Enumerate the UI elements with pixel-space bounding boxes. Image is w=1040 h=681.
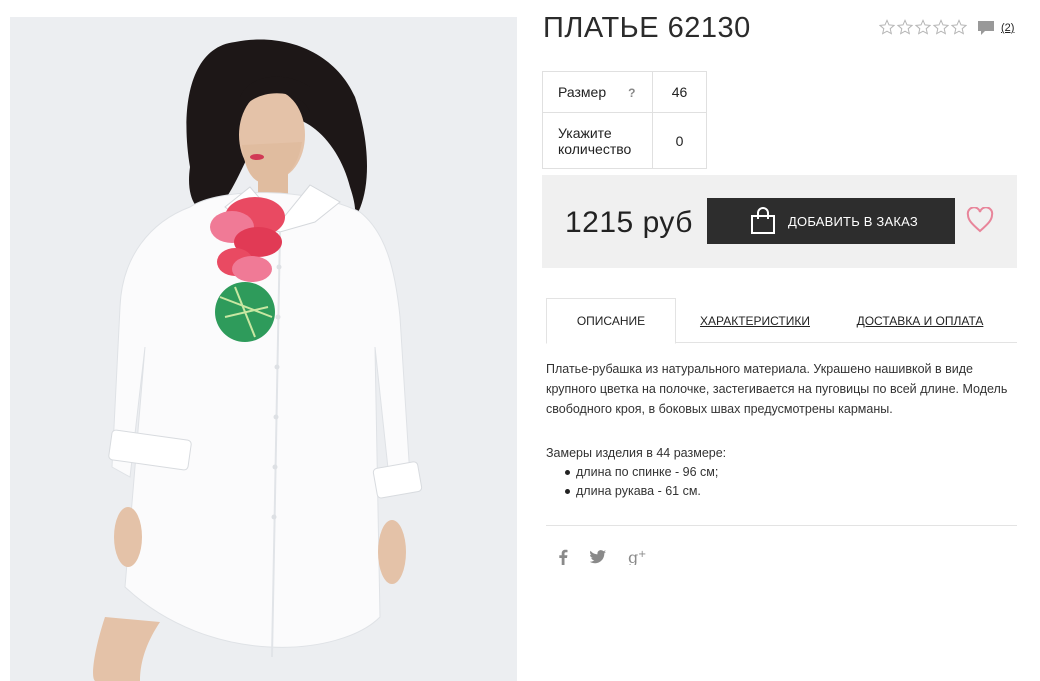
star-icon[interactable] xyxy=(915,19,931,35)
comments-link[interactable]: (2) xyxy=(977,20,1014,36)
comment-icon xyxy=(978,21,994,35)
star-icon[interactable] xyxy=(879,19,895,35)
size-label: Размер xyxy=(558,84,607,100)
rating-stars[interactable] xyxy=(879,19,967,35)
tab-delivery-payment[interactable]: ДОСТАВКА И ОПЛАТА xyxy=(850,298,990,343)
star-icon[interactable] xyxy=(897,19,913,35)
dress-illustration xyxy=(10,17,517,681)
size-label-cell: Размер? xyxy=(542,71,653,113)
options-table: Размер? 46 Укажите количество 0 xyxy=(542,71,707,169)
product-image[interactable] xyxy=(10,17,517,681)
svg-text:+: + xyxy=(638,549,646,560)
measures-list: длина по спинке - 96 см; длина рукава - … xyxy=(546,463,726,501)
add-to-order-label: ДОБАВИТЬ В ЗАКАЗ xyxy=(788,213,918,229)
list-item: длина по спинке - 96 см; xyxy=(565,463,726,482)
quantity-input[interactable]: 0 xyxy=(652,112,707,169)
add-to-order-button[interactable]: ДОБАВИТЬ В ЗАКАЗ xyxy=(707,198,955,244)
size-select[interactable]: 46 xyxy=(652,71,707,113)
star-icon[interactable] xyxy=(933,19,949,35)
quantity-label: Укажите количество xyxy=(542,112,653,169)
product-tabs: ОПИСАНИЕ ХАРАКТЕРИСТИКИ ДОСТАВКА И ОПЛАТ… xyxy=(546,298,1017,344)
list-item: длина рукава - 61 см. xyxy=(565,482,726,501)
star-icon[interactable] xyxy=(951,19,967,35)
measures-title: Замеры изделия в 44 размере: xyxy=(546,446,727,460)
price: 1215 руб xyxy=(565,206,693,239)
tab-delivery-payment-label: ДОСТАВКА И ОПЛАТА xyxy=(856,313,984,328)
tab-characteristics-label: ХАРАКТЕРИСТИКИ xyxy=(699,313,810,328)
size-help-icon[interactable]: ? xyxy=(628,86,635,100)
divider xyxy=(546,525,1017,526)
social-share: g + xyxy=(558,549,648,565)
tab-description[interactable]: ОПИСАНИЕ xyxy=(546,298,676,344)
tab-characteristics[interactable]: ХАРАКТЕРИСТИКИ xyxy=(694,298,816,343)
product-title: ПЛАТЬЕ 62130 xyxy=(543,12,751,44)
purchase-box: 1215 руб ДОБАВИТЬ В ЗАКАЗ xyxy=(542,175,1017,268)
product-description: Платье-рубашка из натурального материала… xyxy=(546,362,1008,416)
svg-text:g: g xyxy=(628,549,638,565)
facebook-icon[interactable] xyxy=(558,549,568,565)
heart-icon[interactable] xyxy=(966,207,994,233)
comments-count[interactable]: (2) xyxy=(1001,22,1014,34)
google-plus-icon[interactable]: g + xyxy=(628,549,648,565)
measures-block: Замеры изделия в 44 размере: длина по сп… xyxy=(546,444,726,501)
twitter-icon[interactable] xyxy=(590,550,606,564)
shopping-bag-icon xyxy=(751,207,775,234)
